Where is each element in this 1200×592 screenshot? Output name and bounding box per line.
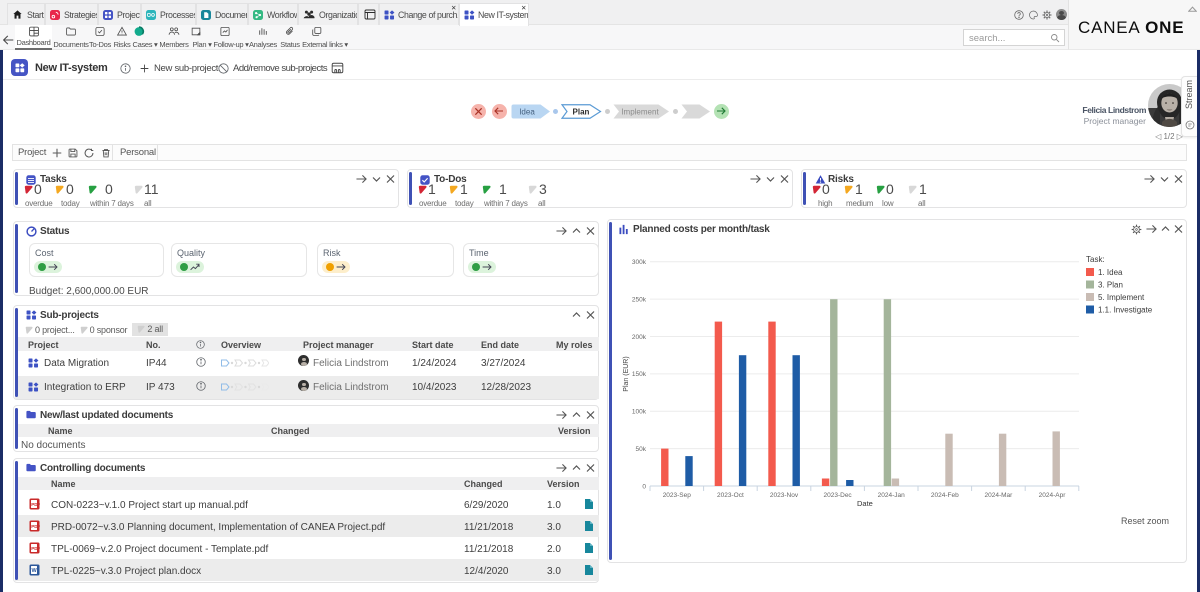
svg-text:Date: Date <box>857 499 873 508</box>
svg-text:Plan (EUR): Plan (EUR) <box>623 356 630 391</box>
svg-text:300k: 300k <box>632 259 647 266</box>
svg-text:W: W <box>32 568 38 574</box>
svg-text:2023-Sep: 2023-Sep <box>663 492 692 499</box>
svg-text:Idea: Idea <box>519 108 535 117</box>
svg-text:2024-Mar: 2024-Mar <box>984 492 1013 499</box>
svg-text:250k: 250k <box>632 296 647 303</box>
svg-text:2024-Jan: 2024-Jan <box>878 492 905 499</box>
svg-text:150k: 150k <box>632 371 647 378</box>
svg-text:1. Idea: 1. Idea <box>1098 268 1123 277</box>
svg-text:Task:: Task: <box>1086 255 1105 264</box>
svg-text:PDF: PDF <box>31 524 40 529</box>
svg-text:1.1. Investigate: 1.1. Investigate <box>1098 306 1153 315</box>
svg-text:2023-Dec: 2023-Dec <box>824 492 853 499</box>
svg-text:200k: 200k <box>632 334 647 341</box>
svg-text:0: 0 <box>642 483 646 490</box>
svg-text:2024-Apr: 2024-Apr <box>1039 492 1067 499</box>
svg-text:50k: 50k <box>636 446 647 453</box>
svg-text:100k: 100k <box>632 409 647 416</box>
svg-text:Plan: Plan <box>573 108 590 117</box>
svg-text:PDF: PDF <box>31 546 40 551</box>
svg-text:Implement: Implement <box>621 108 659 117</box>
svg-text:2024-Feb: 2024-Feb <box>931 492 959 499</box>
svg-text:PDF: PDF <box>31 502 40 507</box>
svg-text:2023-Oct: 2023-Oct <box>717 492 744 499</box>
svg-text:2023-Nov: 2023-Nov <box>770 492 799 499</box>
svg-text:3. Plan: 3. Plan <box>1098 281 1123 290</box>
svg-text:Reset zoom: Reset zoom <box>1121 516 1169 526</box>
svg-text:5. Implement: 5. Implement <box>1098 293 1145 302</box>
